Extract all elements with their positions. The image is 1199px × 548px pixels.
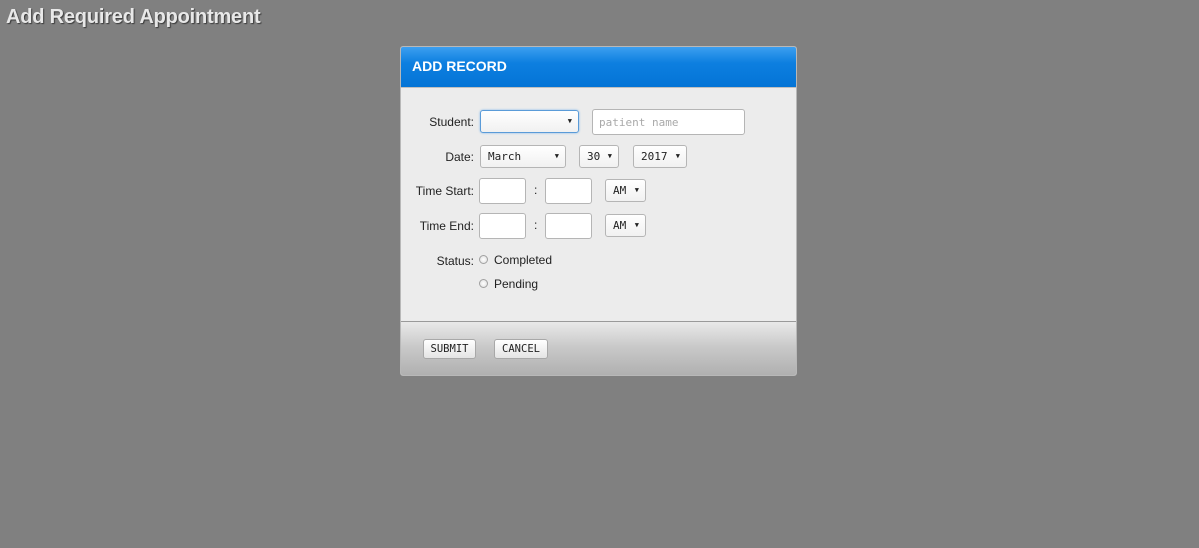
caret-down-icon: ▼: [634, 186, 639, 194]
page-title: Add Required Appointment: [6, 6, 261, 28]
day-select-value: 30: [587, 150, 601, 163]
submit-button[interactable]: SUBMIT: [423, 339, 476, 359]
year-select-value: 2017: [641, 150, 668, 163]
student-select[interactable]: ▼: [480, 110, 579, 133]
dialog-title: ADD RECORD: [412, 58, 507, 74]
time-start-meridiem-select[interactable]: AM ▼: [605, 179, 646, 202]
dialog-footer: SUBMIT CANCEL: [401, 321, 796, 375]
year-select[interactable]: 2017 ▼: [633, 145, 687, 168]
dialog-header: ADD RECORD: [401, 47, 796, 88]
status-completed-label[interactable]: Completed: [494, 253, 552, 267]
add-record-dialog: ADD RECORD Student: ▼ Date: March ▼ 30 ▼…: [400, 46, 797, 376]
patient-name-input[interactable]: [592, 109, 745, 135]
caret-down-icon: ▼: [554, 152, 559, 160]
time-start-separator: :: [534, 183, 538, 197]
time-end-minute-input[interactable]: [545, 213, 592, 239]
time-end-separator: :: [534, 218, 538, 232]
time-end-meridiem-select[interactable]: AM ▼: [605, 214, 646, 237]
month-select[interactable]: March ▼: [480, 145, 566, 168]
time-start-minute-input[interactable]: [545, 178, 592, 204]
status-pending-radio[interactable]: [479, 279, 488, 288]
time-start-meridiem-value: AM: [613, 184, 627, 197]
status-completed-radio[interactable]: [479, 255, 488, 264]
caret-down-icon: ▼: [634, 221, 639, 229]
caret-down-icon: ▼: [607, 152, 612, 160]
time-end-meridiem-value: AM: [613, 219, 627, 232]
caret-down-icon: ▼: [675, 152, 680, 160]
time-start-label: Time Start:: [415, 184, 474, 198]
status-pending-label[interactable]: Pending: [494, 277, 538, 291]
day-select[interactable]: 30 ▼: [579, 145, 619, 168]
caret-down-icon: ▼: [567, 117, 572, 125]
status-label: Status:: [436, 254, 474, 268]
date-label: Date:: [445, 150, 474, 164]
time-end-label: Time End:: [419, 219, 474, 233]
time-end-hour-input[interactable]: [479, 213, 526, 239]
time-start-hour-input[interactable]: [479, 178, 526, 204]
cancel-button[interactable]: CANCEL: [494, 339, 548, 359]
student-label: Student:: [429, 115, 474, 129]
month-select-value: March: [488, 150, 522, 163]
